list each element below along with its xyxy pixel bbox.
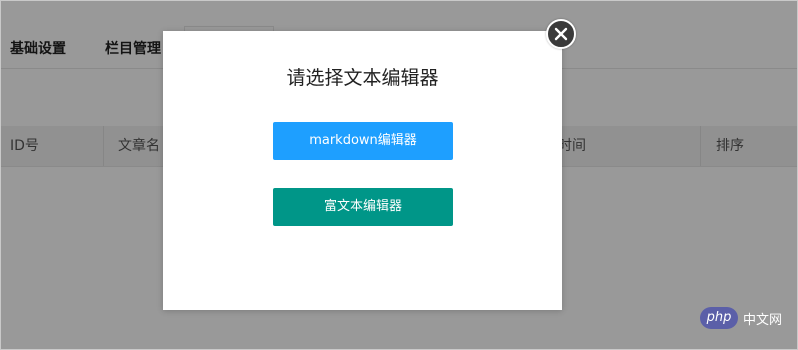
dialog-title: 请选择文本编辑器 — [286, 67, 439, 89]
close-x-glyph — [554, 27, 568, 41]
php-logo: php — [700, 307, 738, 329]
watermark-site-name: 中文网 — [743, 313, 783, 328]
editor-choice-dialog: 请选择文本编辑器 markdown编辑器 富文本编辑器 — [163, 31, 562, 310]
close-icon[interactable] — [546, 19, 576, 49]
rich-text-editor-button[interactable]: 富文本编辑器 — [273, 188, 453, 226]
markdown-editor-button[interactable]: markdown编辑器 — [273, 122, 453, 160]
site-watermark: php 中文网 — [700, 305, 794, 333]
